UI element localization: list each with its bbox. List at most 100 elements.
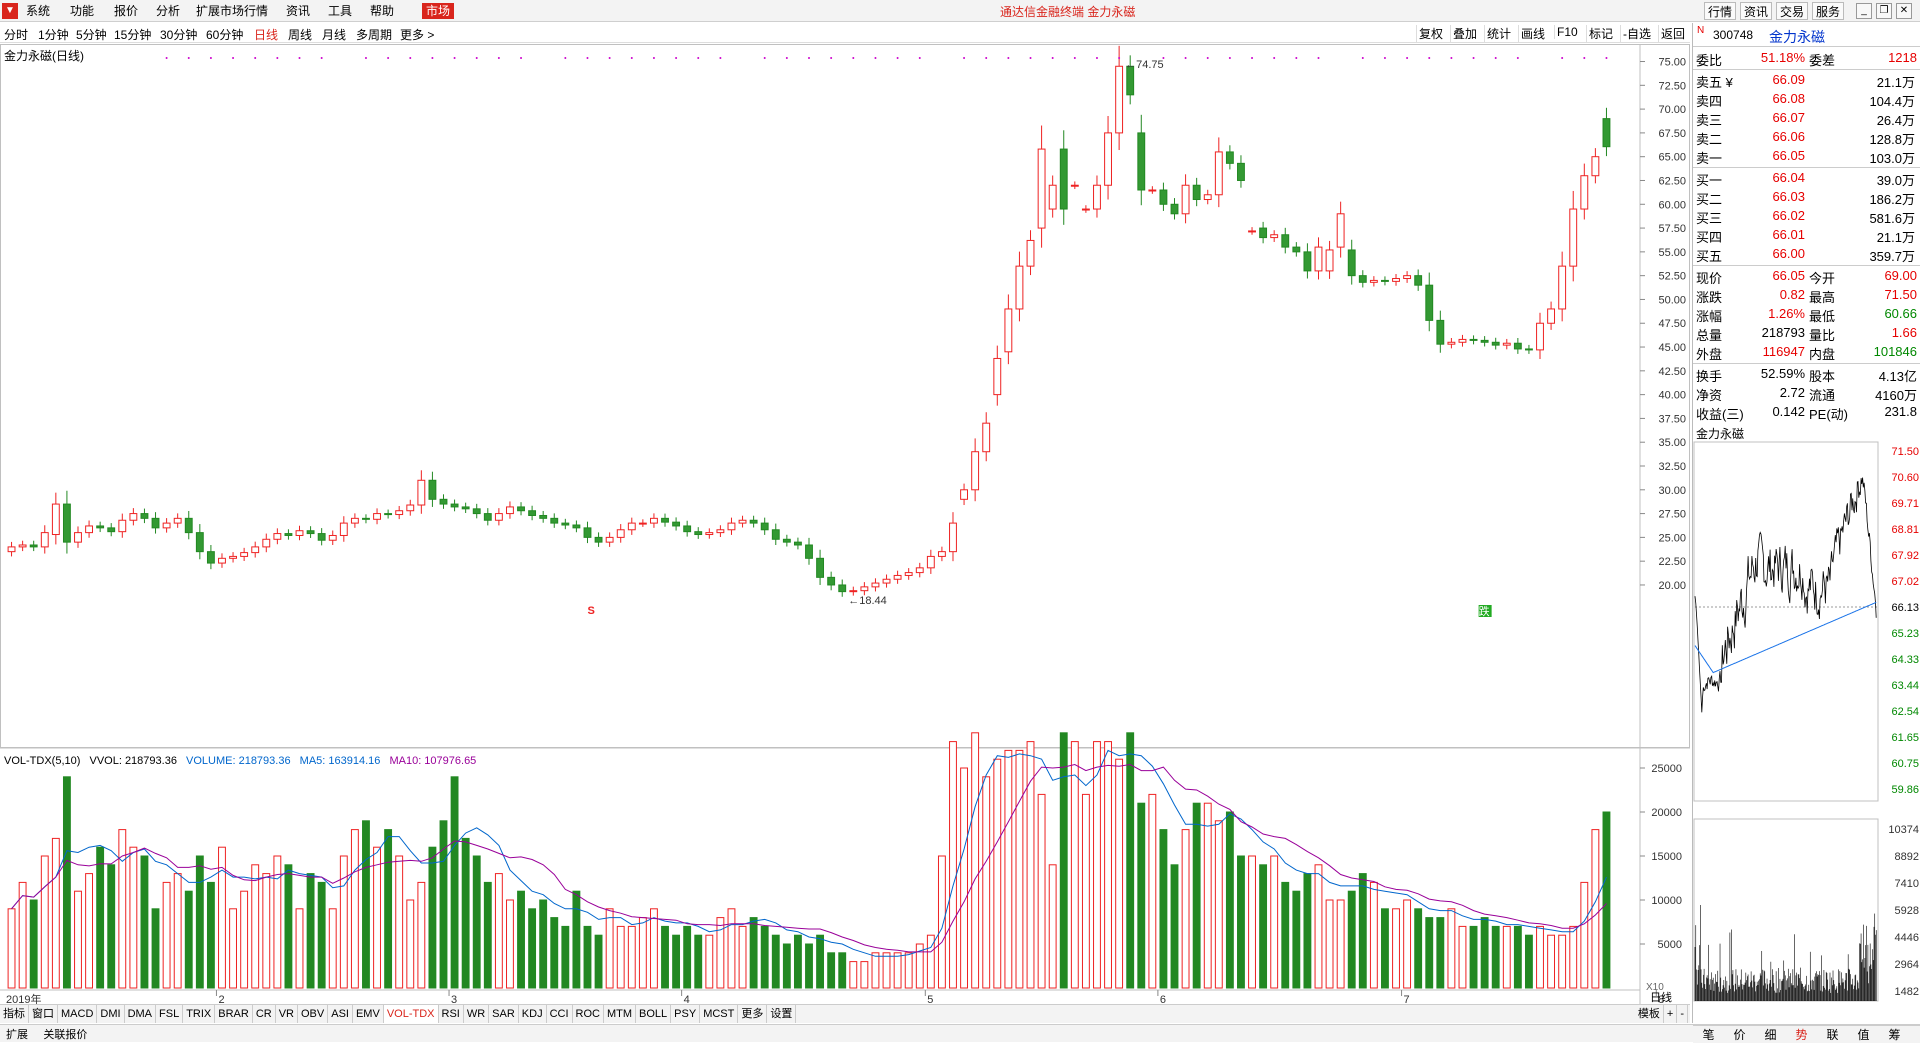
period-timeshare[interactable]: 分时 bbox=[4, 26, 28, 43]
indicator-tab[interactable]: BRAR bbox=[215, 1005, 253, 1023]
stock-name[interactable]: 金力永磁 bbox=[1769, 27, 1825, 47]
indicator-right-button[interactable]: + bbox=[1664, 1005, 1678, 1023]
order-diff-label: 委差 bbox=[1809, 53, 1836, 68]
menu-system[interactable]: 系统 bbox=[26, 3, 50, 19]
tool-f10[interactable]: F10 bbox=[1554, 25, 1580, 39]
menu-function[interactable]: 功能 bbox=[70, 3, 94, 19]
stat-label-2: 量比 bbox=[1809, 328, 1836, 343]
indicator-right-button[interactable]: 模板 bbox=[1635, 1005, 1664, 1023]
month-label: 4 bbox=[684, 994, 690, 1004]
indicator-tab[interactable]: MACD bbox=[58, 1005, 98, 1023]
menu-tools[interactable]: 工具 bbox=[328, 3, 352, 19]
period-1min[interactable]: 1分钟 bbox=[38, 26, 69, 43]
candle bbox=[151, 512, 160, 534]
indicator-tab[interactable]: 更多 bbox=[738, 1005, 768, 1023]
top-button-trade[interactable]: 交易 bbox=[1776, 2, 1809, 20]
candle-body bbox=[915, 567, 924, 574]
indicator-tab[interactable]: VR bbox=[276, 1005, 298, 1023]
period-weekly[interactable]: 周线 bbox=[288, 26, 312, 43]
period-more[interactable]: 更多 > bbox=[400, 26, 434, 43]
indicator-tab[interactable]: SAR bbox=[489, 1005, 519, 1023]
restore-icon[interactable]: ❐ bbox=[1876, 3, 1892, 19]
quote-tab[interactable]: 细 bbox=[1755, 1026, 1786, 1044]
tool-draw[interactable]: 画线 bbox=[1518, 25, 1547, 42]
menu-help[interactable]: 帮助 bbox=[370, 3, 394, 19]
bottom-related-quote[interactable]: 关联报价 bbox=[37, 1025, 93, 1043]
quote-tab[interactable]: 联 bbox=[1817, 1026, 1848, 1044]
indicator-tab[interactable]: RSI bbox=[439, 1005, 464, 1023]
top-button-quote[interactable]: 行情 bbox=[1704, 2, 1737, 20]
period-30min[interactable]: 30分钟 bbox=[160, 26, 197, 43]
intraday-mini-chart[interactable]: 71.50 70.60 69.71 68.81 67.92 67.02 66.13 65.23… bbox=[1693, 441, 1920, 1023]
stat-label-2: 股本 bbox=[1809, 369, 1836, 384]
indicator-tab[interactable]: KDJ bbox=[519, 1005, 547, 1023]
quote-tab[interactable]: 笔 bbox=[1693, 1026, 1724, 1044]
volume-bar bbox=[1015, 749, 1024, 989]
indicator-tab[interactable]: TRIX bbox=[183, 1005, 216, 1023]
candle-body bbox=[1480, 339, 1489, 343]
top-button-service[interactable]: 服务 bbox=[1812, 2, 1845, 20]
quote-tab[interactable]: 筹 bbox=[1879, 1026, 1910, 1044]
indicator-tab[interactable]: FSL bbox=[156, 1005, 184, 1023]
bottom-extend[interactable]: 扩展 bbox=[0, 1025, 34, 1043]
menu-extended-market[interactable]: 扩展市场行情 bbox=[196, 3, 268, 19]
indicator-tab[interactable]: PSY bbox=[671, 1005, 701, 1023]
drop-mark[interactable]: 跌 bbox=[1479, 604, 1490, 618]
minimize-icon[interactable]: _ bbox=[1856, 3, 1872, 19]
tool-stats[interactable]: 统计 bbox=[1484, 25, 1513, 42]
indicator-tab[interactable]: 指标 bbox=[0, 1005, 29, 1023]
stat-label: 总量 bbox=[1696, 328, 1723, 343]
candle-body bbox=[62, 503, 71, 543]
indicator-tab[interactable]: OBV bbox=[298, 1005, 329, 1023]
menu-market-tab[interactable]: 市场 bbox=[422, 3, 455, 19]
period-15min[interactable]: 15分钟 bbox=[114, 26, 151, 43]
candle bbox=[1026, 230, 1035, 276]
tool-adjust[interactable]: 复权 bbox=[1416, 25, 1445, 42]
period-daily[interactable]: 日线 bbox=[254, 26, 278, 43]
indicator-tab[interactable]: 设置 bbox=[767, 1005, 797, 1023]
top-button-news[interactable]: 资讯 bbox=[1740, 2, 1773, 20]
sell-signal-mark[interactable]: S bbox=[587, 605, 594, 617]
candle-body bbox=[827, 576, 836, 586]
app-logo-icon[interactable]: ▼ bbox=[2, 3, 18, 19]
tool-back[interactable]: 返回 bbox=[1658, 25, 1687, 42]
candle bbox=[40, 525, 49, 554]
candle-body bbox=[428, 479, 437, 500]
quote-tab[interactable]: 势 bbox=[1786, 1026, 1817, 1044]
tool-overlay[interactable]: 叠加 bbox=[1450, 25, 1479, 42]
close-icon[interactable]: ✕ bbox=[1896, 3, 1912, 19]
signal-dot bbox=[409, 57, 412, 59]
indicator-tab[interactable]: DMI bbox=[97, 1005, 125, 1023]
mini-price-line bbox=[1694, 477, 1877, 713]
menu-news[interactable]: 资讯 bbox=[286, 3, 310, 19]
kline-chart[interactable]: 75.00 72.50 70.00 67.50 65.00 62.50 60.00 57.50… bbox=[0, 44, 1690, 1004]
indicator-tab[interactable]: DMA bbox=[125, 1005, 157, 1023]
quote-tab[interactable]: 价 bbox=[1724, 1026, 1755, 1044]
indicator-tab[interactable]: EMV bbox=[353, 1005, 384, 1023]
indicator-tab[interactable]: MCST bbox=[700, 1005, 739, 1023]
indicator-tab[interactable]: 窗口 bbox=[29, 1005, 58, 1023]
indicator-tab[interactable]: ASI bbox=[328, 1005, 353, 1023]
menu-analysis[interactable]: 分析 bbox=[156, 3, 180, 19]
indicator-tab[interactable]: CR bbox=[253, 1005, 276, 1023]
indicator-right-button[interactable]: - bbox=[1677, 1005, 1688, 1023]
period-5min[interactable]: 5分钟 bbox=[76, 26, 107, 43]
indicator-tab[interactable]: WR bbox=[464, 1005, 490, 1023]
stat-value-2: 4160万 bbox=[1875, 388, 1917, 403]
indicator-tab[interactable]: CCI bbox=[547, 1005, 573, 1023]
indicator-tab[interactable]: VOL-TDX bbox=[383, 1005, 439, 1023]
volume-bar bbox=[1004, 749, 1013, 989]
volume-bar bbox=[450, 776, 459, 989]
indicator-tab[interactable]: BOLL bbox=[636, 1005, 672, 1023]
quote-tab[interactable]: 值 bbox=[1848, 1026, 1879, 1044]
bid-volume: 21.1万 bbox=[1876, 230, 1915, 245]
bid-label: 买一 bbox=[1696, 173, 1723, 188]
indicator-tab[interactable]: MTM bbox=[604, 1005, 637, 1023]
tool-favorite[interactable]: -自选 bbox=[1620, 25, 1653, 42]
indicator-tab[interactable]: ROC bbox=[573, 1005, 604, 1023]
menu-quote[interactable]: 报价 bbox=[114, 3, 138, 19]
period-monthly[interactable]: 月线 bbox=[322, 26, 346, 43]
period-multi[interactable]: 多周期 bbox=[356, 26, 392, 43]
period-60min[interactable]: 60分钟 bbox=[206, 26, 243, 43]
tool-mark[interactable]: 标记 bbox=[1586, 25, 1615, 42]
